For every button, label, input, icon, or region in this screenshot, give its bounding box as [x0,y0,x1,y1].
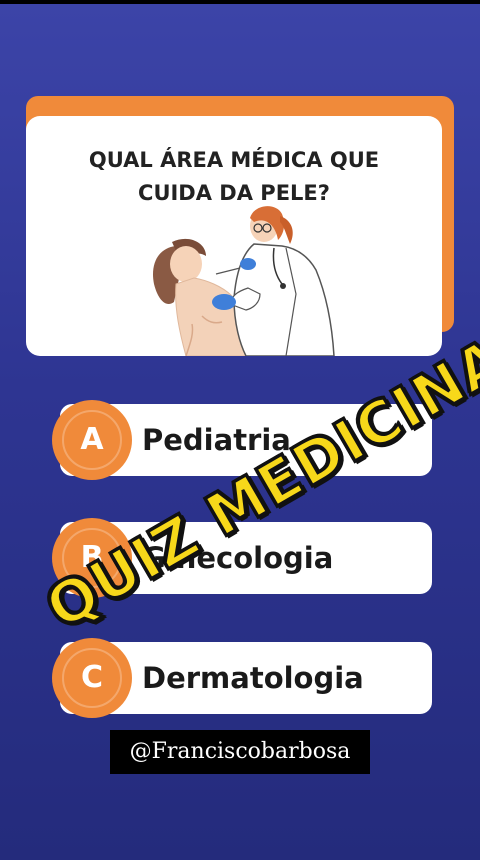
doctor-examining-patient-illustration [152,206,335,356]
question-line-2: CUIDA DA PELE? [138,181,330,205]
answer-badge-a[interactable]: A [52,400,132,480]
answer-label-c: Dermatologia [142,661,364,695]
creator-handle: @Franciscobarbosa [110,730,370,774]
top-bar [0,0,480,4]
question-card: QUAL ÁREA MÉDICA QUE CUIDA DA PELE? [26,116,442,356]
question-text: QUAL ÁREA MÉDICA QUE CUIDA DA PELE? [26,144,442,210]
question-line-1: QUAL ÁREA MÉDICA QUE [88,148,380,172]
answer-badge-c[interactable]: C [52,638,132,718]
